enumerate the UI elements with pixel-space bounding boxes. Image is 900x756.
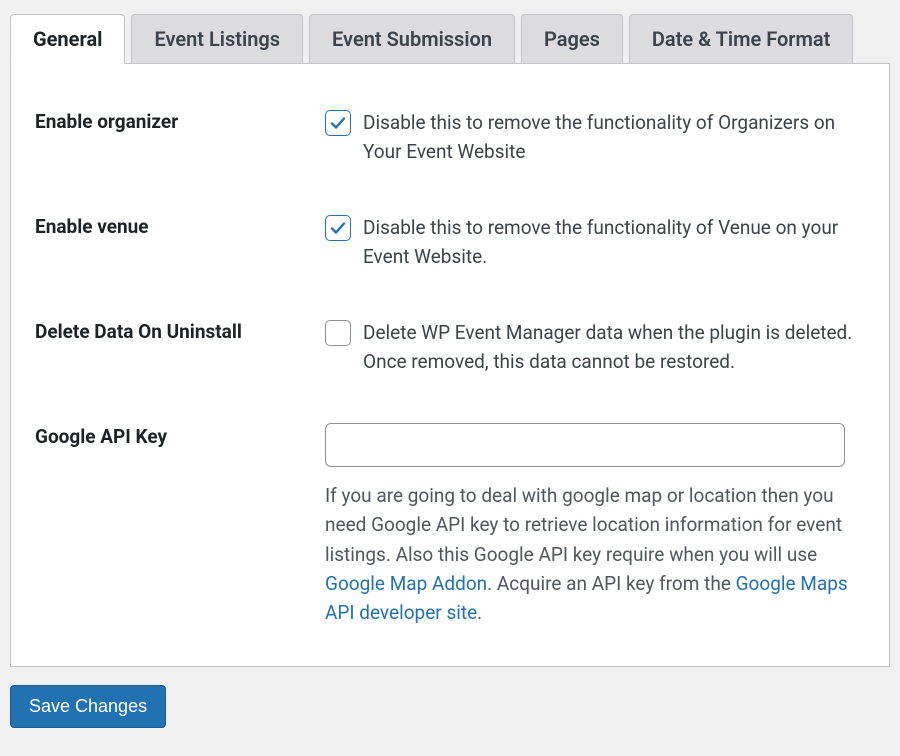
desc-google-api-key: If you are going to deal with google map… bbox=[325, 481, 865, 628]
text-enable-venue: Disable this to remove the functionality… bbox=[363, 213, 865, 272]
row-enable-venue: Enable venue Disable this to remove the … bbox=[35, 195, 865, 300]
checkbox-enable-organizer[interactable] bbox=[325, 110, 351, 136]
link-google-map-addon[interactable]: Google Map Addon bbox=[325, 572, 487, 595]
tab-pages[interactable]: Pages bbox=[521, 14, 623, 64]
desc-part-3: . bbox=[477, 601, 482, 624]
row-google-api-key: Google API Key If you are going to deal … bbox=[35, 405, 865, 636]
row-enable-organizer: Enable organizer Disable this to remove … bbox=[35, 90, 865, 195]
tab-event-listings[interactable]: Event Listings bbox=[131, 14, 303, 64]
save-row: Save Changes bbox=[10, 685, 890, 728]
text-enable-organizer: Disable this to remove the functionality… bbox=[363, 108, 865, 167]
desc-part-1: If you are going to deal with google map… bbox=[325, 484, 842, 566]
save-changes-button[interactable]: Save Changes bbox=[10, 685, 166, 728]
check-icon bbox=[330, 220, 346, 236]
tab-date-time-format[interactable]: Date & Time Format bbox=[629, 14, 853, 64]
label-google-api-key: Google API Key bbox=[35, 423, 325, 448]
row-delete-on-uninstall: Delete Data On Uninstall Delete WP Event… bbox=[35, 300, 865, 405]
checkbox-delete-on-uninstall[interactable] bbox=[325, 320, 351, 346]
settings-panel-general: Enable organizer Disable this to remove … bbox=[10, 63, 890, 667]
text-delete-on-uninstall: Delete WP Event Manager data when the pl… bbox=[363, 318, 865, 377]
label-enable-organizer: Enable organizer bbox=[35, 108, 325, 133]
settings-tabs: General Event Listings Event Submission … bbox=[10, 14, 890, 64]
desc-part-2: . Acquire an API key from the bbox=[487, 572, 735, 595]
tab-general[interactable]: General bbox=[10, 14, 125, 64]
checkbox-enable-venue[interactable] bbox=[325, 215, 351, 241]
input-google-api-key[interactable] bbox=[325, 423, 845, 467]
label-delete-on-uninstall: Delete Data On Uninstall bbox=[35, 318, 325, 343]
label-enable-venue: Enable venue bbox=[35, 213, 325, 238]
tab-event-submission[interactable]: Event Submission bbox=[309, 14, 515, 64]
check-icon bbox=[330, 115, 346, 131]
